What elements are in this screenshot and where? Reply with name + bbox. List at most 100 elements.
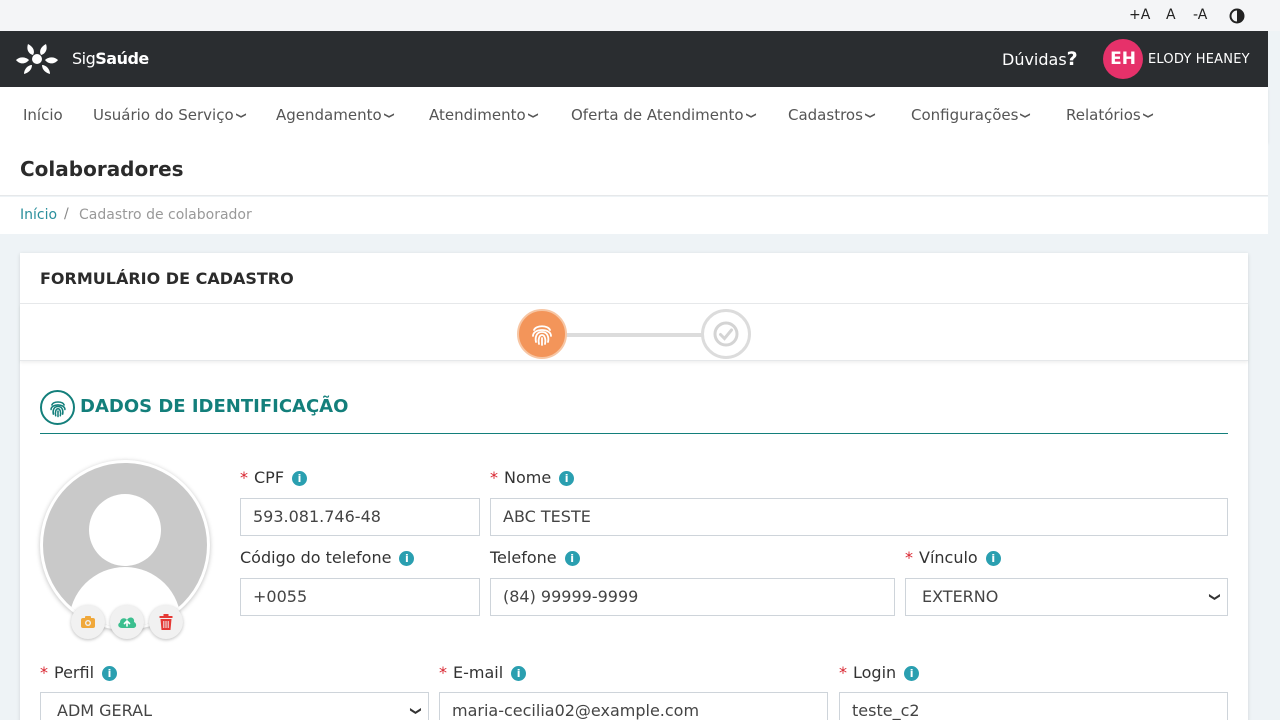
required-mark: *	[839, 663, 847, 682]
required-mark: *	[40, 663, 48, 682]
form-title: FORMULÁRIO DE CADASTRO	[40, 269, 294, 288]
breadcrumb: Início / Cadastro de colaborador	[0, 197, 1268, 234]
login-label: * Login i	[839, 663, 920, 682]
section-title: DADOS DE IDENTIFICAÇÃO	[80, 396, 349, 417]
login-field[interactable]: teste_c2	[839, 692, 1228, 720]
top-header: SigSaúde Dúvidas? EH ELODY HEANEY	[0, 31, 1268, 87]
nav-label: Agendamento	[276, 106, 382, 124]
nav-item-agendamento[interactable]: Agendamento ❯	[276, 106, 394, 124]
user-name[interactable]: ELODY HEANEY	[1148, 52, 1250, 67]
chevron-down-icon: ❯	[527, 112, 539, 119]
info-icon[interactable]: i	[292, 471, 308, 486]
nav-label: Início	[23, 106, 63, 124]
required-mark: *	[490, 468, 498, 487]
codigo-telefone-label-text: Código do telefone	[240, 548, 392, 567]
trash-icon	[159, 614, 173, 630]
nav-label: Cadastros	[788, 106, 863, 124]
email-field[interactable]: maria-cecilia02@example.com	[439, 692, 828, 720]
telefone-field[interactable]: (84) 99999-9999	[490, 578, 895, 616]
help-button[interactable]: Dúvidas?	[1002, 48, 1078, 70]
cloud-upload-icon	[118, 617, 137, 628]
vinculo-selected-value: EXTERNO	[922, 587, 999, 606]
section-divider	[40, 433, 1228, 434]
perfil-label: * Perfil i	[40, 663, 118, 682]
chevron-down-icon: ❯	[1142, 112, 1154, 119]
help-label: Dúvidas	[1002, 50, 1067, 69]
cpf-field[interactable]: 593.081.746-48	[240, 498, 480, 536]
nav-item-atendimento[interactable]: Atendimento ❯	[429, 106, 539, 124]
chevron-down-icon: ❯	[1208, 592, 1222, 602]
check-circle-icon	[713, 321, 739, 347]
chevron-down-icon: ❯	[864, 112, 876, 119]
perfil-select[interactable]: ADM GERAL ❯	[40, 692, 429, 720]
vinculo-select[interactable]: EXTERNO ❯	[905, 578, 1228, 616]
help-question-icon: ?	[1066, 48, 1078, 70]
nav-label: Configurações	[911, 106, 1019, 124]
page-header: Colaboradores	[0, 142, 1268, 196]
decrease-font-button[interactable]: -A	[1193, 7, 1207, 23]
increase-font-button[interactable]: +A	[1129, 7, 1150, 23]
form-stepper	[20, 304, 1248, 361]
chevron-down-icon: ❯	[409, 706, 423, 716]
info-icon[interactable]: i	[904, 666, 920, 681]
login-label-text: Login	[853, 663, 897, 682]
nav-item-usuario-do-servico[interactable]: Usuário do Serviço ❯	[93, 106, 247, 124]
page-title: Colaboradores	[20, 157, 184, 181]
required-mark: *	[905, 548, 913, 567]
delete-photo-button[interactable]	[149, 605, 183, 639]
info-icon[interactable]: i	[399, 551, 415, 566]
nav-label: Usuário do Serviço	[93, 106, 234, 124]
fingerprint-icon	[532, 325, 552, 346]
vinculo-label-text: Vínculo	[919, 548, 978, 567]
nome-field[interactable]: ABC TESTE	[490, 498, 1228, 536]
nav-item-relatorios[interactable]: Relatórios ❯	[1066, 106, 1154, 124]
brand-prefix: Sig	[72, 49, 96, 68]
perfil-label-text: Perfil	[54, 663, 95, 682]
registration-form-card: FORMULÁRIO DE CADASTRO DADOS DE IDENTIFI…	[20, 253, 1248, 720]
codigo-telefone-label: Código do telefone i	[240, 548, 415, 567]
camera-icon	[81, 616, 95, 628]
nav-item-configuracoes[interactable]: Configurações ❯	[911, 106, 1032, 124]
step-identification[interactable]	[517, 309, 567, 359]
accessibility-bar: +A A -A	[0, 0, 1280, 31]
chevron-down-icon: ❯	[235, 112, 247, 119]
email-label-text: E-mail	[453, 663, 504, 682]
nav-item-cadastros[interactable]: Cadastros ❯	[788, 106, 876, 124]
info-icon[interactable]: i	[102, 666, 118, 681]
nav-item-inicio[interactable]: Início	[23, 106, 63, 124]
telefone-label: Telefone i	[490, 548, 580, 567]
info-icon[interactable]: i	[985, 551, 1001, 566]
step-confirmation[interactable]	[701, 309, 751, 359]
telefone-label-text: Telefone	[490, 548, 557, 567]
main-nav: Início Usuário do Serviço ❯ Agendamento ❯ …	[0, 87, 1268, 142]
reset-font-button[interactable]: A	[1166, 7, 1176, 23]
chevron-down-icon: ❯	[745, 112, 757, 119]
required-mark: *	[240, 468, 248, 487]
email-label: * E-mail i	[439, 663, 527, 682]
breadcrumb-separator: /	[64, 206, 69, 222]
contrast-icon[interactable]	[1229, 8, 1245, 28]
form-header: FORMULÁRIO DE CADASTRO	[20, 253, 1248, 304]
cpf-label-text: CPF	[254, 468, 285, 487]
chevron-down-icon: ❯	[1020, 112, 1032, 119]
camera-button[interactable]	[71, 605, 105, 639]
brand-name[interactable]: SigSaúde	[72, 49, 149, 68]
upload-photo-button[interactable]	[110, 605, 144, 639]
fingerprint-icon	[40, 390, 75, 425]
logo-icon[interactable]	[14, 43, 60, 75]
breadcrumb-home-link[interactable]: Início	[20, 207, 57, 223]
required-mark: *	[439, 663, 447, 682]
brand-suffix: Saúde	[95, 49, 149, 68]
avatar[interactable]: EH	[1103, 39, 1143, 79]
nome-label: * Nome i	[490, 468, 575, 487]
vinculo-label: * Vínculo i	[905, 548, 1001, 567]
perfil-selected-value: ADM GERAL	[57, 701, 152, 720]
photo-placeholder-head	[89, 494, 161, 566]
nav-item-oferta-de-atendimento[interactable]: Oferta de Atendimento ❯	[571, 106, 757, 124]
nome-label-text: Nome	[504, 468, 552, 487]
info-icon[interactable]: i	[559, 471, 575, 486]
breadcrumb-current: Cadastro de colaborador	[79, 207, 252, 223]
codigo-telefone-field[interactable]: +0055	[240, 578, 480, 616]
info-icon[interactable]: i	[564, 551, 580, 566]
info-icon[interactable]: i	[511, 666, 527, 681]
